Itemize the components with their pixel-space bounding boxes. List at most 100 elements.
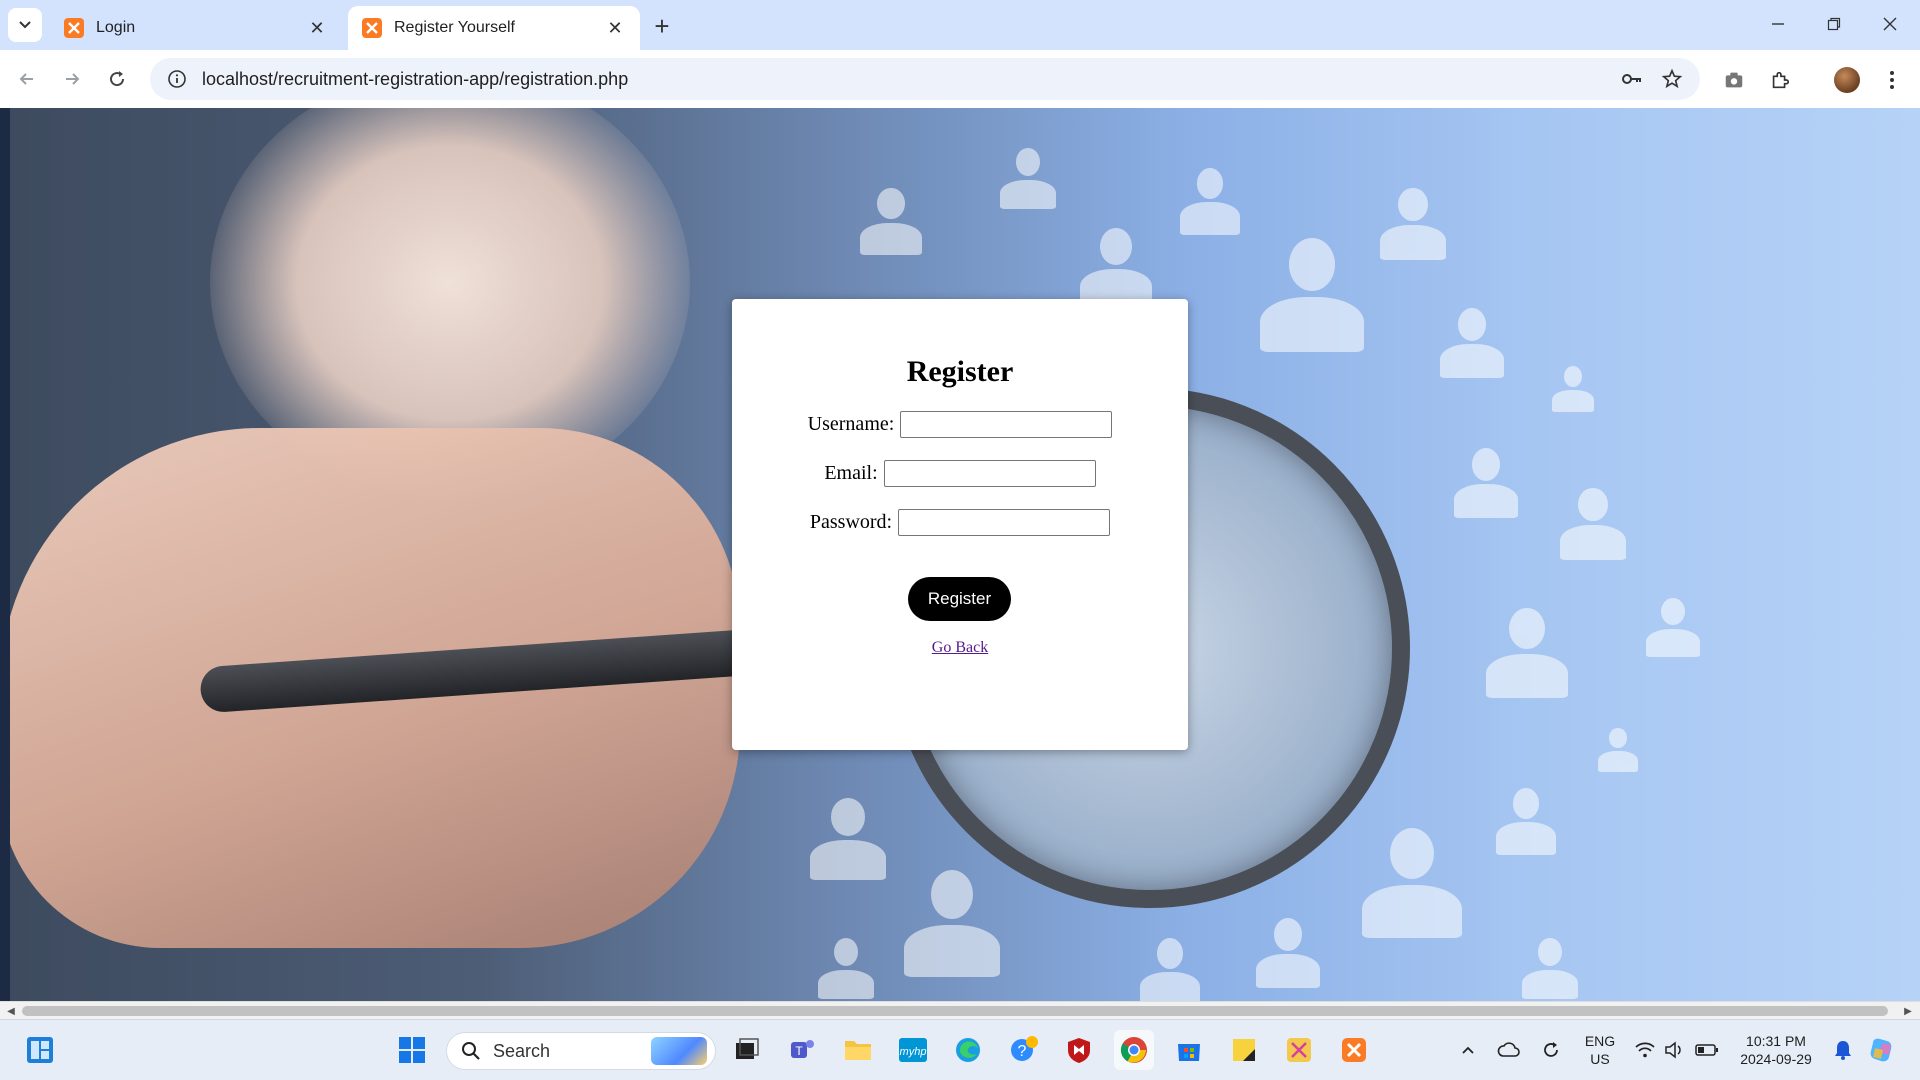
person-silhouette-icon [1560, 488, 1626, 564]
minimize-button[interactable] [1758, 8, 1798, 40]
back-button[interactable] [10, 62, 44, 96]
address-bar[interactable]: localhost/recruitment-registration-app/r… [150, 58, 1700, 100]
task-view-icon [736, 1038, 759, 1059]
clock-date: 2024-09-29 [1740, 1051, 1812, 1067]
sync-tray-button[interactable] [1534, 1030, 1568, 1070]
search-highlight-image [651, 1037, 707, 1065]
chrome-button[interactable] [1114, 1030, 1154, 1070]
notifications-button[interactable] [1828, 1030, 1858, 1070]
widgets-icon [27, 1037, 53, 1063]
url-text[interactable]: localhost/recruitment-registration-app/r… [202, 69, 1612, 90]
person-silhouette-icon [1552, 366, 1594, 414]
show-hidden-icons-button[interactable] [1453, 1030, 1483, 1070]
scrollbar-thumb[interactable] [22, 1006, 1888, 1016]
battery-tray-button[interactable] [1692, 1030, 1722, 1070]
screenshot-camera-icon[interactable] [1716, 62, 1752, 98]
start-button[interactable] [392, 1030, 432, 1070]
password-input[interactable] [898, 509, 1111, 536]
tab-search-button[interactable] [8, 8, 42, 42]
browser-tabstrip: Login ✕ Register Yourself ✕ + [0, 0, 1920, 50]
form-title: Register [906, 355, 1014, 388]
chrome-icon [1120, 1037, 1147, 1063]
horizontal-scrollbar[interactable]: ◀ ▶ [0, 1001, 1920, 1019]
taskbar-search-box[interactable]: Search [446, 1032, 716, 1070]
file-explorer-button[interactable] [838, 1030, 878, 1070]
page-viewport: Register Username: Email: Password: Regi… [0, 108, 1920, 1001]
person-silhouette-icon [1260, 238, 1364, 358]
site-info-icon[interactable] [156, 58, 198, 100]
bookmark-star-icon[interactable] [1652, 59, 1692, 99]
tab-title: Register Yourself [394, 19, 515, 36]
restore-button[interactable] [1814, 8, 1854, 40]
scroll-right-arrow-icon[interactable]: ▶ [1900, 1004, 1916, 1018]
tab-login[interactable]: Login ✕ [50, 6, 342, 50]
task-view-button[interactable] [727, 1030, 767, 1070]
windows-taskbar: Search T myhp ? ENG US 10:31 PM 2024-09-… [0, 1019, 1920, 1080]
close-tab-icon[interactable]: ✕ [306, 17, 328, 39]
password-row: Password: [732, 509, 1188, 536]
close-tab-icon[interactable]: ✕ [604, 17, 626, 39]
mcafee-shield-icon [1068, 1038, 1090, 1063]
reload-button[interactable] [100, 62, 134, 96]
register-button[interactable]: Register [908, 577, 1011, 621]
password-key-icon[interactable] [1612, 59, 1652, 99]
person-silhouette-icon [1598, 728, 1638, 774]
sticky-notes-button[interactable] [1224, 1030, 1264, 1070]
reload-icon [110, 71, 125, 87]
xampp-button[interactable] [1334, 1030, 1374, 1070]
svg-text:myhp: myhp [900, 1046, 927, 1058]
volume-tray-button[interactable] [1660, 1030, 1690, 1070]
get-help-button[interactable]: ? [1004, 1030, 1044, 1070]
email-input[interactable] [883, 460, 1096, 487]
scroll-left-arrow-icon[interactable]: ◀ [3, 1004, 19, 1018]
windows-logo-icon [399, 1037, 425, 1063]
wifi-icon [1635, 1042, 1655, 1058]
search-label: Search [493, 1040, 551, 1061]
wifi-tray-button[interactable] [1630, 1030, 1660, 1070]
tab-register-yourself[interactable]: Register Yourself ✕ [348, 6, 640, 50]
snipping-tool-button[interactable] [1279, 1030, 1319, 1070]
email-label: Email: [824, 462, 878, 484]
refresh-icon [1544, 1042, 1558, 1057]
edge-button[interactable] [948, 1030, 988, 1070]
language-text: ENG [1584, 1033, 1616, 1049]
teams-button[interactable]: T [782, 1030, 822, 1070]
sticky-notes-icon [1233, 1039, 1255, 1061]
register-form-card: Register Username: Email: Password: Regi… [732, 299, 1188, 750]
person-silhouette-icon [1180, 168, 1240, 238]
more-vertical-icon [1890, 71, 1894, 89]
myhp-button[interactable]: myhp [893, 1030, 933, 1070]
extensions-puzzle-icon[interactable] [1762, 62, 1798, 98]
myhp-icon: myhp [899, 1038, 927, 1062]
onedrive-tray-button[interactable] [1492, 1030, 1526, 1070]
teams-icon: T [791, 1040, 814, 1058]
widgets-button[interactable] [20, 1030, 60, 1070]
person-silhouette-icon [1454, 448, 1518, 522]
close-window-button[interactable] [1870, 8, 1910, 40]
close-icon [1883, 17, 1897, 31]
mcafee-button[interactable] [1059, 1030, 1099, 1070]
xampp-icon [64, 18, 84, 38]
username-input[interactable] [900, 411, 1113, 438]
speaker-icon [1665, 1041, 1681, 1059]
cloud-sync-icon [1497, 1042, 1520, 1057]
clock[interactable]: 10:31 PM 2024-09-29 [1728, 1032, 1824, 1068]
copilot-button[interactable] [1862, 1030, 1902, 1070]
forward-button[interactable] [55, 62, 89, 96]
battery-icon [1695, 1044, 1718, 1056]
restore-icon [1827, 17, 1841, 31]
search-icon [462, 1042, 480, 1060]
language-indicator[interactable]: ENG US [1576, 1032, 1624, 1068]
new-tab-button[interactable]: + [648, 11, 676, 41]
chevron-down-icon [19, 21, 31, 29]
arrow-right-icon [66, 73, 80, 85]
person-silhouette-icon [1362, 828, 1462, 944]
person-silhouette-icon [1522, 938, 1578, 1001]
microsoft-store-button[interactable] [1169, 1030, 1209, 1070]
browser-menu-button[interactable] [1874, 62, 1910, 98]
person-silhouette-icon [810, 798, 886, 884]
profile-avatar[interactable] [1829, 62, 1865, 98]
go-back-link[interactable]: Go Back [732, 639, 1188, 657]
svg-text:T: T [795, 1044, 803, 1058]
arrow-left-icon [19, 73, 33, 85]
